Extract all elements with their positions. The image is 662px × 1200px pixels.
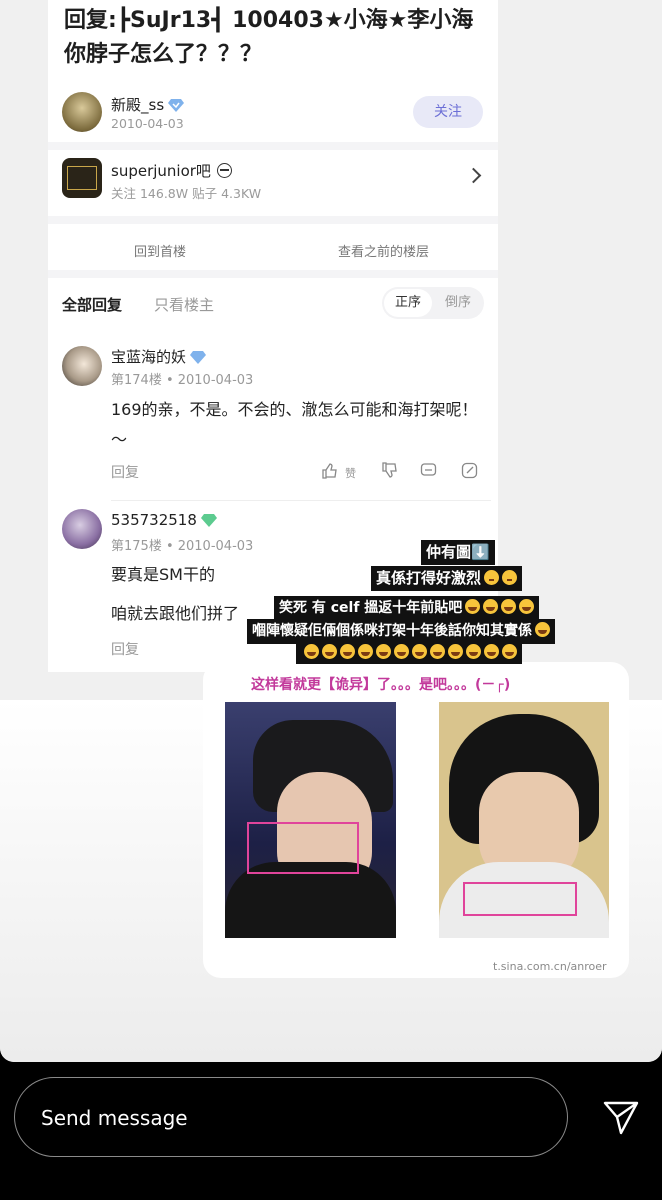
post-date: 2010-04-03 [111,116,184,131]
shushing-face-icon [502,570,518,585]
author-avatar[interactable] [62,92,102,132]
thumbs-up-icon[interactable] [321,462,338,479]
embedded-image-panel: 这样看就更【诡异】了。。。是吧。。。(－┌) t.sina.com.cn/anr… [203,662,629,978]
reply-link[interactable]: 回复 [111,639,139,659]
laughing-face-icon [519,599,535,614]
verified-badge-icon [168,99,185,112]
laughing-face-icon [322,644,337,659]
highlight-box [247,822,359,874]
panel-caption: 这样看就更【诡异】了。。。是吧。。。(－┌) [251,677,511,693]
back-to-first-floor-link[interactable]: 回到首楼 [134,241,186,260]
commenter-name[interactable]: 宝蓝海的妖 [111,346,207,367]
highlight-box [463,882,577,916]
sign-in-icon [216,163,232,178]
share-icon[interactable] [461,462,478,479]
divider [48,216,498,224]
level-badge-icon [190,351,207,364]
divider [48,270,498,278]
emoji-sticker [296,640,522,664]
forum-logo[interactable] [62,158,102,198]
laughing-face-icon [412,644,427,659]
watermark: t.sina.com.cn/anroer [493,960,607,973]
photo-right [439,702,609,938]
thumbs-down-icon[interactable] [381,462,398,479]
laughing-face-icon [430,644,445,659]
commenter-avatar[interactable] [62,346,102,386]
laughing-face-icon [358,644,373,659]
author-name[interactable]: 新殿_ss [111,94,185,115]
divider [48,142,498,150]
tab-owner-only[interactable]: 只看楼主 [154,294,214,315]
laughing-face-icon [448,644,463,659]
view-previous-floors-link[interactable]: 查看之前的楼层 [338,241,429,260]
follow-button[interactable]: 关注 [413,96,483,128]
caption-sticker: 真係打得好激烈 [371,566,523,591]
caption-sticker: 仲有圖⬇️ [421,540,495,565]
send-icon[interactable] [602,1100,640,1136]
laughing-face-icon [465,599,481,614]
forum-stats: 关注 146.8W 贴子 4.3KW [111,186,262,201]
laughing-face-icon [483,599,499,614]
comment-text: 169的亲，不是。不会的、澈怎么可能和海打架呢！～ [111,400,478,449]
comment-icon[interactable] [420,462,437,479]
post-title: 回复:┣SuJr13┫ 100403★小海★李小海你脖子怎么了？？？ [64,8,474,67]
reply-link[interactable]: 回复 [111,462,139,482]
send-message-input[interactable]: Send message [14,1077,568,1157]
commenter-name[interactable]: 535732518 [111,511,217,529]
laughing-face-icon [340,644,355,659]
laughing-face-icon [304,644,319,659]
story-frame: 回复:┣SuJr13┫ 100403★小海★李小海你脖子怎么了？？？ 新殿_ss… [0,0,662,1062]
sort-ascending-option[interactable]: 正序 [384,289,432,317]
divider [111,500,491,501]
like-label[interactable]: 赞 [345,465,356,481]
comment-meta: 第174楼 • 2010-04-03 [111,373,254,388]
laughing-face-icon [376,644,391,659]
laughing-face-icon [535,622,550,637]
forum-name[interactable]: superjunior吧 [111,160,232,181]
comment-meta: 第175楼 • 2010-04-03 [111,539,254,554]
tab-all-replies[interactable]: 全部回复 [62,294,122,315]
level-badge-icon [200,514,217,527]
laughing-face-icon [501,599,517,614]
photo-left [225,702,396,938]
shushing-face-icon [484,570,500,585]
laughing-face-icon [484,644,499,659]
chevron-right-icon[interactable] [465,167,482,184]
send-message-placeholder: Send message [41,1106,188,1130]
laughing-face-icon [466,644,481,659]
laughing-face-icon [502,644,517,659]
caption-sticker: 笑死 有 celf 搵返十年前貼吧 [274,596,540,621]
sort-descending-option[interactable]: 倒序 [434,289,482,317]
commenter-avatar[interactable] [62,509,102,549]
sort-order-toggle[interactable]: 正序 倒序 [382,287,484,319]
laughing-face-icon [394,644,409,659]
